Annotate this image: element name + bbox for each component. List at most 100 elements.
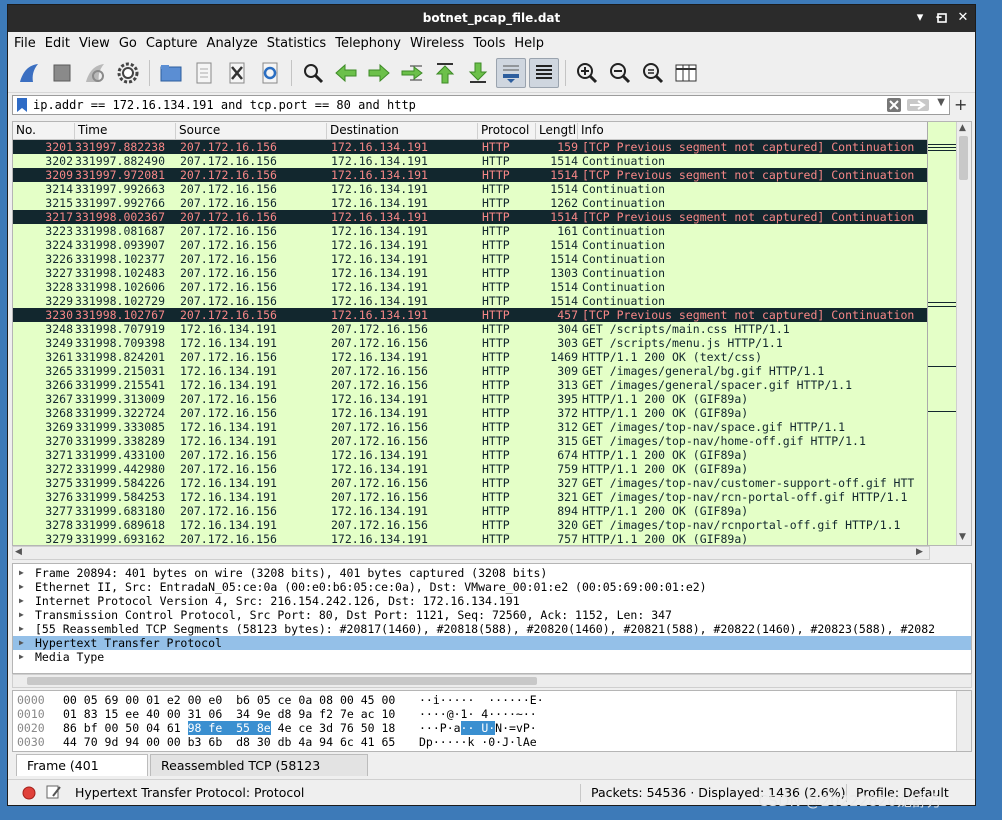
ascii-bytes[interactable]: ····@·1· 4····~·· <box>419 707 537 721</box>
colorize-icon[interactable] <box>529 58 559 88</box>
hex-bytes[interactable]: 00 05 69 00 01 e2 00 e0 b6 05 ce 0a 08 0… <box>63 693 395 707</box>
menu-analyze[interactable]: Analyze <box>207 36 258 51</box>
restart-fin-icon[interactable] <box>80 58 110 88</box>
bytes-vertical-scrollbar[interactable] <box>956 691 971 751</box>
scroll-down-icon[interactable]: ▼ <box>959 532 966 542</box>
menu-view[interactable]: View <box>79 36 110 51</box>
display-filter-text[interactable]: ip.addr == 172.16.134.191 and tcp.port =… <box>33 97 416 113</box>
packet-row[interactable]: 3202 331997.882490 207.172.16.156 172.16.13… <box>13 154 927 168</box>
reload-icon[interactable] <box>255 58 285 88</box>
close-file-icon[interactable] <box>222 58 252 88</box>
packet-row[interactable]: 3227 331998.102483 207.172.16.156 172.16.13… <box>13 266 927 280</box>
packet-row[interactable]: 3272 331999.442980 207.172.16.156 172.16.13… <box>13 462 927 476</box>
autoscroll-icon[interactable] <box>496 58 526 88</box>
column-header-time[interactable]: Time <box>75 123 176 139</box>
packet-list-horizontal-scrollbar[interactable]: ◀ ▶ <box>12 546 930 560</box>
detail-tree-row[interactable]: ▶ Internet Protocol Version 4, Src: 216.1… <box>13 594 971 608</box>
resize-columns-icon[interactable] <box>671 58 701 88</box>
packet-row[interactable]: 3269 331999.333085 172.16.134.191 207.172.1… <box>13 420 927 434</box>
display-filter-input[interactable]: ip.addr == 172.16.134.191 and tcp.port =… <box>12 95 950 115</box>
add-filter-button[interactable]: + <box>954 95 967 114</box>
shark-fin-start-icon[interactable] <box>14 58 44 88</box>
capture-comment-icon[interactable] <box>46 784 62 803</box>
apply-filter-button[interactable] <box>907 99 929 111</box>
menu-help[interactable]: Help <box>514 36 544 51</box>
column-header-info[interactable]: Info <box>578 123 927 139</box>
packet-row[interactable]: 3275 331999.584226 172.16.134.191 207.172.1… <box>13 476 927 490</box>
packet-list-vertical-scrollbar[interactable]: ▲ ▼ <box>956 122 971 545</box>
packet-row[interactable]: 3270 331999.338289 172.16.134.191 207.172.1… <box>13 434 927 448</box>
detail-tree-row[interactable]: ▶ Transmission Control Protocol, Src Port… <box>13 608 971 622</box>
window-menu-button[interactable]: ▾ <box>911 9 929 27</box>
expand-arrow-icon[interactable]: ▶ <box>19 650 24 664</box>
packet-row[interactable]: 3214 331997.992663 207.172.16.156 172.16.13… <box>13 182 927 196</box>
packet-minimap[interactable] <box>927 122 958 545</box>
zoom-in-icon[interactable] <box>572 58 602 88</box>
scroll-up-icon[interactable]: ▲ <box>959 123 966 133</box>
menu-telephony[interactable]: Telephony <box>335 36 401 51</box>
packet-row[interactable]: 3249 331998.709398 172.16.134.191 207.172.1… <box>13 336 927 350</box>
file-icon[interactable] <box>189 58 219 88</box>
maximize-button[interactable] <box>933 9 951 27</box>
stop-square-icon[interactable] <box>47 58 77 88</box>
detail-tree-row[interactable]: ▶ Frame 20894: 401 bytes on wire (3208 bi… <box>13 566 971 580</box>
scroll-left-icon[interactable]: ◀ <box>15 547 22 557</box>
packet-row[interactable]: 3226 331998.102377 207.172.16.156 172.16.13… <box>13 252 927 266</box>
column-header-destination[interactable]: Destination <box>327 123 478 139</box>
hex-bytes[interactable]: 01 83 15 ee 40 00 31 06 34 9e d8 9a f2 7… <box>63 707 395 721</box>
go-to-packet-icon[interactable] <box>397 58 427 88</box>
menu-capture[interactable]: Capture <box>146 36 198 51</box>
packet-row[interactable]: 3217 331998.002367 207.172.16.156 172.16.13… <box>13 210 927 224</box>
packet-row[interactable]: 3276 331999.584253 172.16.134.191 207.172.1… <box>13 490 927 504</box>
packet-row[interactable]: 3268 331999.322724 207.172.16.156 172.16.13… <box>13 406 927 420</box>
detail-tree-row[interactable]: ▶ Media Type <box>13 650 971 664</box>
detail-tree-row[interactable]: ▶ Hypertext Transfer Protocol <box>13 636 971 650</box>
packet-row[interactable]: 3279 331999.693162 207.172.16.156 172.16.13… <box>13 532 927 545</box>
packet-row[interactable]: 3261 331998.824201 207.172.16.156 172.16.13… <box>13 350 927 364</box>
bookmark-icon[interactable] <box>16 98 28 112</box>
packet-row[interactable]: 3201 331997.882238 207.172.16.156 172.16.13… <box>13 140 927 154</box>
packet-row[interactable]: 3215 331997.992766 207.172.16.156 172.16.13… <box>13 196 927 210</box>
scroll-right-icon[interactable]: ▶ <box>916 547 923 557</box>
scrollbar-thumb[interactable] <box>959 136 968 180</box>
hex-bytes[interactable]: 44 70 9d 94 00 00 b3 6b d8 30 db 4a 94 6… <box>63 735 395 749</box>
menu-edit[interactable]: Edit <box>45 36 70 51</box>
detail-tree-row[interactable]: ▶ [55 Reassembled TCP Segments (58123 byt… <box>13 622 971 636</box>
last-packet-icon[interactable] <box>463 58 493 88</box>
hex-bytes[interactable]: 86 bf 00 50 04 61 98 fe 55 8e 4e ce 3d 7… <box>63 721 395 735</box>
details-horizontal-scrollbar[interactable] <box>12 674 972 688</box>
packet-row[interactable]: 3228 331998.102606 207.172.16.156 172.16.13… <box>13 280 927 294</box>
expand-arrow-icon[interactable]: ▶ <box>19 608 24 622</box>
packet-row[interactable]: 3267 331999.313009 207.172.16.156 172.16.13… <box>13 392 927 406</box>
packet-row[interactable]: 3223 331998.081687 207.172.16.156 172.16.13… <box>13 224 927 238</box>
tab-frame[interactable]: Frame (401 bytes) <box>16 754 148 795</box>
menu-tools[interactable]: Tools <box>473 36 505 51</box>
column-header-source[interactable]: Source <box>176 123 327 139</box>
arrow-right-icon[interactable] <box>364 58 394 88</box>
zoom-normal-icon[interactable] <box>638 58 668 88</box>
column-header-length[interactable]: Lengtl <box>536 123 578 139</box>
expand-arrow-icon[interactable]: ▶ <box>19 622 24 636</box>
tab-reassembled-tcp[interactable]: Reassembled TCP (58123 bytes) <box>150 754 368 795</box>
expand-arrow-icon[interactable]: ▶ <box>19 580 24 594</box>
packet-row[interactable]: 3224 331998.093907 207.172.16.156 172.16.13… <box>13 238 927 252</box>
menu-wireless[interactable]: Wireless <box>410 36 464 51</box>
menu-go[interactable]: Go <box>119 36 137 51</box>
search-icon[interactable] <box>298 58 328 88</box>
packet-row[interactable]: 3278 331999.689618 172.16.134.191 207.172.1… <box>13 518 927 532</box>
gear-options-icon[interactable] <box>113 58 143 88</box>
packet-row[interactable]: 3229 331998.102729 207.172.16.156 172.16.13… <box>13 294 927 308</box>
scrollbar-thumb[interactable] <box>27 677 537 685</box>
menu-statistics[interactable]: Statistics <box>267 36 326 51</box>
expert-info-icon[interactable] <box>22 786 36 803</box>
expand-arrow-icon[interactable]: ▶ <box>19 566 24 580</box>
expand-arrow-icon[interactable]: ▶ <box>19 594 24 608</box>
arrow-left-icon[interactable] <box>331 58 361 88</box>
ascii-bytes[interactable]: ···P·a·· U·N·=vP· <box>419 721 537 735</box>
menu-file[interactable]: File <box>14 36 36 51</box>
column-header-protocol[interactable]: Protocol <box>478 123 536 139</box>
open-folder-icon[interactable] <box>156 58 186 88</box>
packet-row[interactable]: 3248 331998.707919 172.16.134.191 207.172.1… <box>13 322 927 336</box>
close-window-button[interactable]: ✕ <box>954 9 972 27</box>
filter-history-dropdown-icon[interactable]: ▼ <box>937 97 945 108</box>
